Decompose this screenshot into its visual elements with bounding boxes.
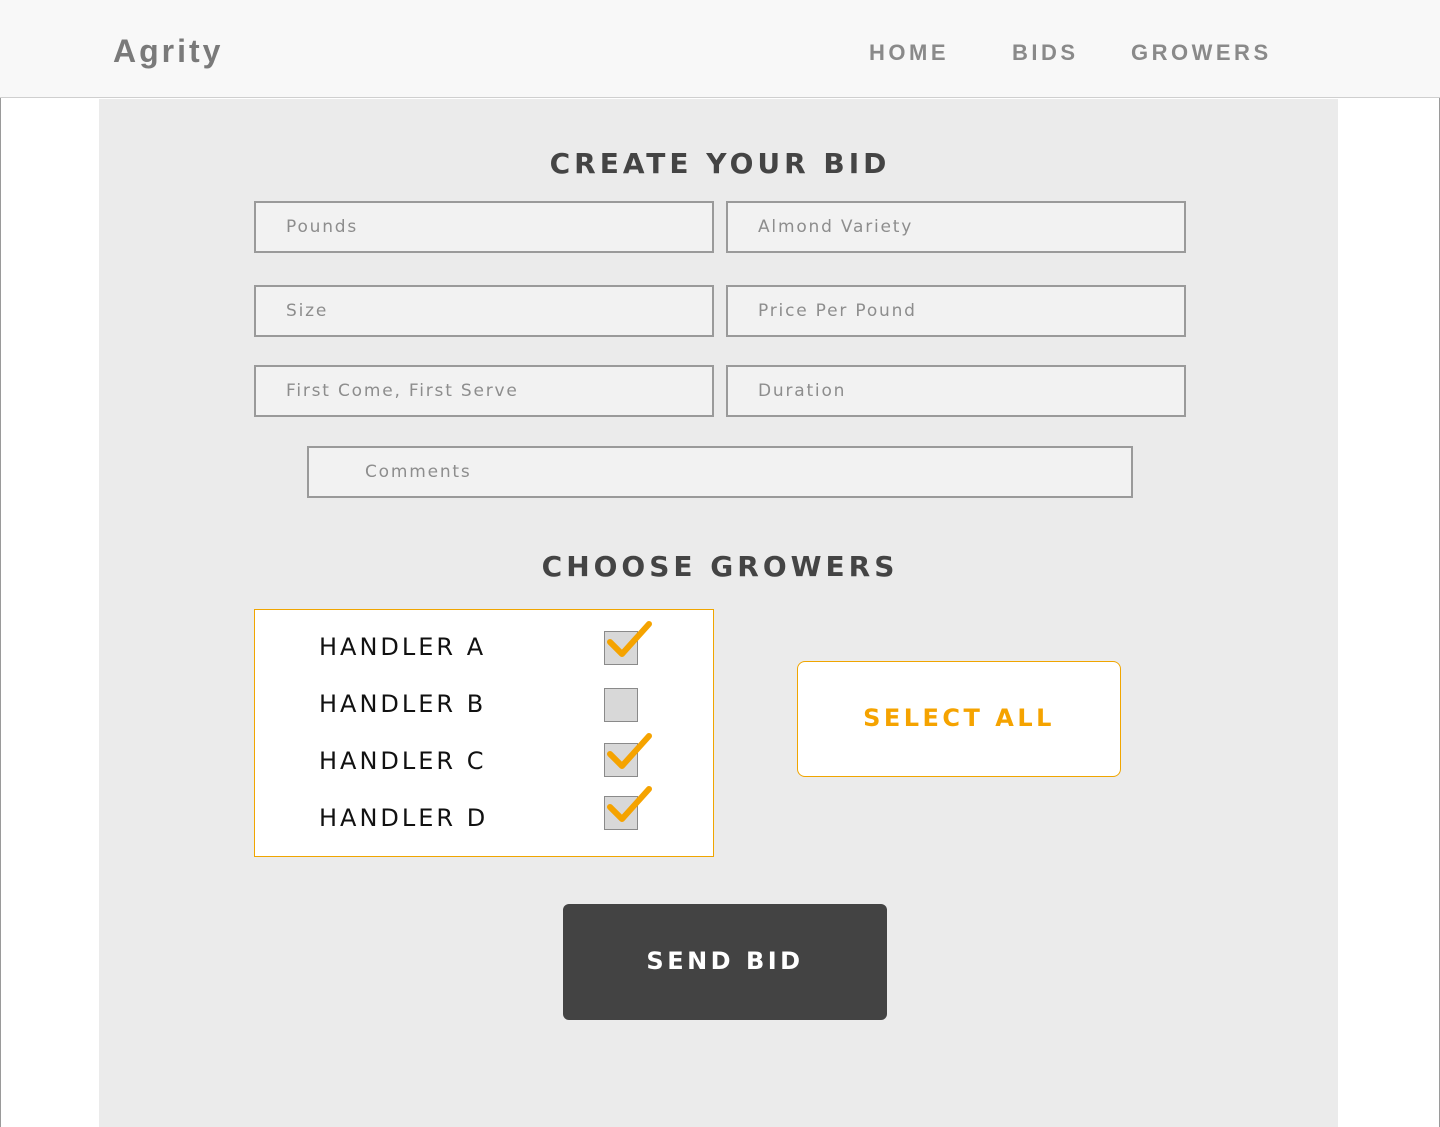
send-bid-button[interactable]: SEND BID: [563, 904, 887, 1020]
grower-label-handler-c: HANDLER C: [319, 747, 487, 775]
brand-logo[interactable]: Agrity: [113, 31, 223, 71]
check-icon: [607, 733, 652, 769]
comments-field: [307, 446, 1133, 498]
comments-input[interactable]: [309, 448, 1131, 496]
choose-growers-heading: CHOOSE GROWERS: [541, 550, 899, 583]
almond-variety-input[interactable]: [728, 203, 1184, 251]
top-navbar: Agrity HOME BIDS GROWERS: [0, 0, 1440, 98]
first-come-first-serve-field: [254, 365, 714, 417]
size-input[interactable]: [256, 287, 712, 335]
handler-b-checkbox[interactable]: [604, 688, 638, 722]
grower-label-handler-b: HANDLER B: [319, 690, 487, 718]
nav-home-link[interactable]: HOME: [869, 40, 949, 66]
pounds-field: [254, 201, 714, 253]
price-per-pound-input[interactable]: [728, 287, 1184, 335]
nav-growers-link[interactable]: GROWERS: [1131, 40, 1272, 66]
left-border: [0, 98, 1, 1127]
nav-bids-link[interactable]: BIDS: [1012, 40, 1079, 66]
pounds-input[interactable]: [256, 203, 712, 251]
price-per-pound-field: [726, 285, 1186, 337]
grower-label-handler-a: HANDLER A: [319, 633, 487, 661]
grower-label-handler-d: HANDLER D: [319, 804, 489, 832]
duration-input[interactable]: [728, 367, 1184, 415]
duration-field: [726, 365, 1186, 417]
select-all-button[interactable]: SELECT ALL: [797, 661, 1121, 777]
handler-d-checkbox[interactable]: [604, 786, 652, 830]
handler-c-checkbox[interactable]: [604, 733, 652, 777]
handler-a-checkbox[interactable]: [604, 621, 652, 665]
check-icon: [607, 621, 652, 657]
size-field: [254, 285, 714, 337]
check-icon: [607, 786, 652, 822]
almond-variety-field: [726, 201, 1186, 253]
first-come-first-serve-input[interactable]: [256, 367, 712, 415]
create-bid-heading: CREATE YOUR BID: [549, 147, 891, 180]
